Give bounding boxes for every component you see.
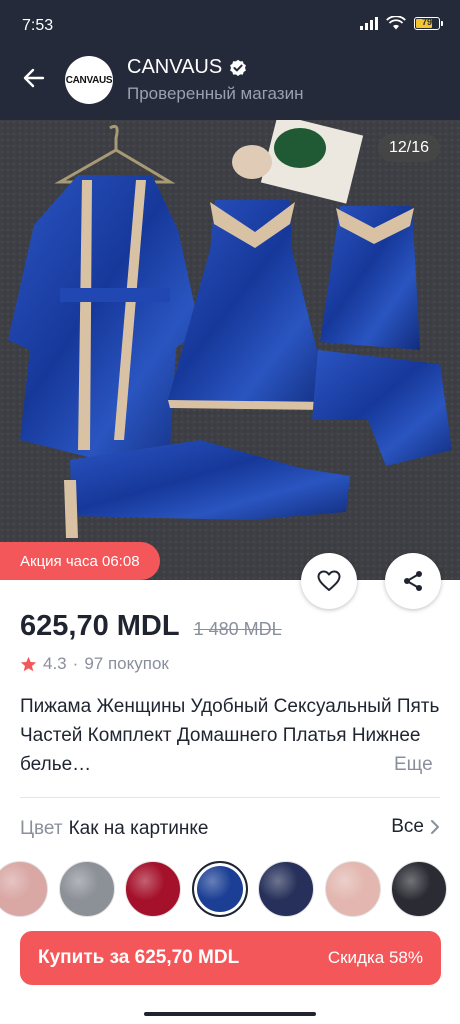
discount-label: Скидка 58%: [327, 948, 423, 967]
store-logo[interactable]: CANVAUS: [65, 56, 113, 104]
store-subtitle: Проверенный магазин: [127, 84, 304, 103]
chevron-right-icon: [431, 820, 439, 834]
see-all-colors-link[interactable]: Все: [391, 816, 440, 838]
store-name: CANVAUS: [127, 56, 223, 78]
product-photo: [0, 120, 460, 580]
store-name-row[interactable]: CANVAUS: [127, 56, 247, 79]
status-icons: 79: [360, 16, 443, 30]
flash-sale-badge: Акция часа 06:08: [0, 542, 160, 580]
color-swatch-navy-floral[interactable]: [258, 861, 314, 917]
color-label: Цвет: [20, 818, 63, 839]
wifi-icon: [386, 16, 406, 30]
status-time: 7:53: [22, 17, 54, 34]
image-counter: 12/16: [377, 134, 440, 162]
color-selector-header[interactable]: Цвет Как на картинке Все: [20, 816, 440, 842]
rating-value: 4.3: [43, 654, 67, 673]
color-swatch-red[interactable]: [125, 861, 181, 917]
heart-icon: [317, 570, 341, 591]
rating-row[interactable]: 4.3 · 97 покупок: [20, 654, 169, 674]
star-icon: [20, 656, 37, 671]
verified-badge-icon: [230, 59, 247, 76]
app-header: 7:53 79 CANVAUS CANVAUS Проверенный мага…: [0, 0, 460, 120]
signal-icon: [360, 16, 378, 30]
color-value: Как на картинке: [68, 818, 209, 839]
product-title: Пижама Женщины Удобный Сексуальный Пять …: [20, 696, 440, 775]
battery-level: 79: [421, 16, 432, 27]
see-all-label: Все: [391, 816, 424, 837]
color-swatch-pink-floral[interactable]: [324, 861, 381, 917]
arrow-left-icon: [23, 68, 45, 88]
price-row: 625,70 MDL 1 480 MDL: [20, 610, 282, 643]
share-button[interactable]: [385, 553, 441, 609]
share-icon: [404, 571, 422, 591]
back-button[interactable]: [20, 64, 48, 92]
expand-title-link[interactable]: Еще: [388, 750, 433, 779]
battery-icon: 79: [414, 16, 443, 30]
divider: [20, 797, 440, 798]
color-swatch-pink[interactable]: [0, 861, 48, 917]
color-swatch-blue[interactable]: [191, 861, 248, 917]
color-swatch-black-floral[interactable]: [391, 861, 447, 917]
home-indicator: [144, 1012, 316, 1016]
buy-button[interactable]: Купить за 625,70 MDL Скидка 58%: [20, 931, 441, 985]
buy-button-label: Купить за 625,70 MDL: [38, 947, 240, 968]
color-swatch-grey[interactable]: [58, 861, 115, 917]
current-price: 625,70 MDL: [20, 610, 180, 642]
old-price: 1 480 MDL: [193, 619, 282, 639]
color-swatches: [0, 861, 460, 917]
rating-separator: ·: [72, 654, 79, 673]
flash-sale-label: Акция часа 06:08: [20, 552, 140, 570]
product-image-gallery[interactable]: 12/16: [0, 120, 460, 580]
favorite-button[interactable]: [301, 553, 357, 609]
purchase-count: 97 покупок: [84, 654, 169, 673]
status-bar: 7:53 79: [0, 0, 460, 52]
